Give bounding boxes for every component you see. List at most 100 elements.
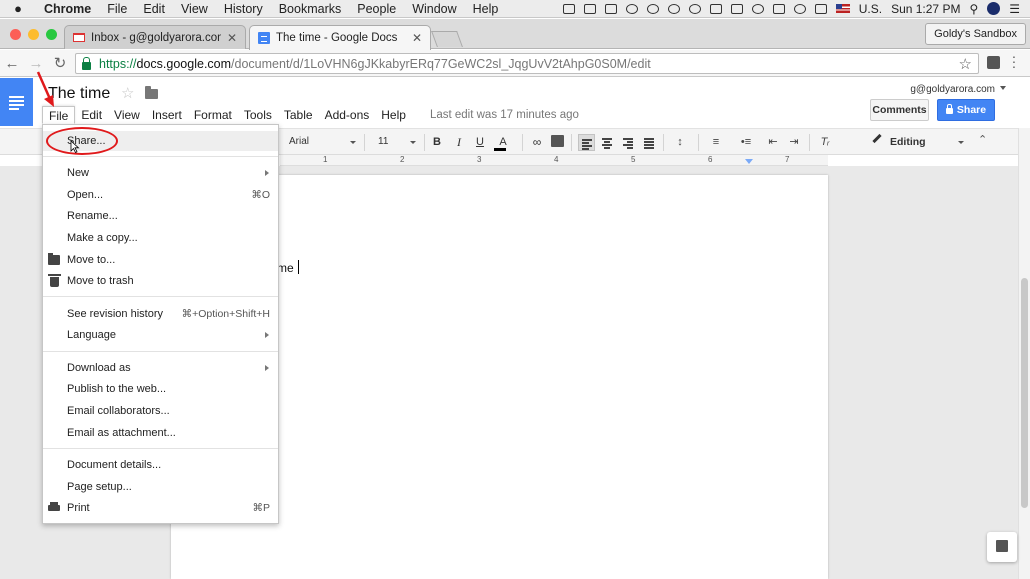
menu-item-make-copy[interactable]: Make a copy... bbox=[43, 228, 278, 248]
input-locale[interactable]: U.S. bbox=[859, 2, 882, 16]
apple-menu-icon[interactable]: ● bbox=[0, 1, 36, 16]
sidebar-toggle-icon[interactable] bbox=[562, 3, 575, 14]
battery-icon[interactable] bbox=[814, 3, 827, 14]
docs-menu-format[interactable]: Format bbox=[188, 106, 238, 124]
align-right-button[interactable] bbox=[620, 134, 637, 151]
tab-gmail-inbox[interactable]: Inbox - g@goldyarora.com - G ✕ bbox=[64, 25, 246, 49]
menubar-item-file[interactable]: File bbox=[99, 2, 135, 16]
menubar-clock[interactable]: Sun 1:27 PM bbox=[891, 2, 960, 16]
align-center-button[interactable] bbox=[599, 134, 616, 151]
volume-icon[interactable] bbox=[793, 3, 806, 14]
bulleted-list-icon[interactable]: •≡ bbox=[735, 133, 757, 151]
line-spacing-icon[interactable]: ↕ bbox=[669, 133, 691, 151]
align-left-button[interactable] bbox=[578, 134, 595, 151]
minimize-window-button[interactable] bbox=[28, 29, 39, 40]
screen-record-icon[interactable] bbox=[583, 3, 596, 14]
docs-home-icon[interactable] bbox=[0, 78, 33, 126]
document-body-text[interactable]: me bbox=[277, 260, 300, 275]
extension-icon[interactable] bbox=[987, 56, 1000, 69]
clipboard-icon[interactable] bbox=[730, 3, 743, 14]
docs-menu-table[interactable]: Table bbox=[278, 106, 319, 124]
user-avatar-icon[interactable] bbox=[987, 2, 1001, 15]
menu-item-open[interactable]: Open... ⌘O bbox=[43, 185, 278, 205]
vertical-scrollbar[interactable] bbox=[1018, 128, 1030, 579]
wifi-icon[interactable] bbox=[751, 3, 764, 14]
back-arrow-icon[interactable]: ← bbox=[0, 55, 24, 72]
last-edit-status[interactable]: Last edit was 17 minutes ago bbox=[412, 109, 579, 121]
align-justify-button[interactable] bbox=[641, 134, 658, 151]
forward-arrow-icon[interactable]: → bbox=[24, 55, 48, 72]
account-email[interactable]: g@goldyarora.com bbox=[910, 84, 995, 95]
menu-item-publish-to-web[interactable]: Publish to the web... bbox=[43, 379, 278, 399]
menu-item-document-details[interactable]: Document details... bbox=[43, 455, 278, 475]
right-indent-marker[interactable] bbox=[745, 159, 753, 164]
menubar-item-chrome[interactable]: Chrome bbox=[36, 2, 99, 16]
creative-cloud-icon[interactable] bbox=[688, 3, 701, 14]
menubar-item-window[interactable]: Window bbox=[404, 2, 464, 16]
menubar-item-history[interactable]: History bbox=[216, 2, 271, 16]
bold-button[interactable]: B bbox=[430, 133, 444, 151]
bookmark-star-icon[interactable]: ☆ bbox=[959, 55, 972, 73]
menu-item-rename[interactable]: Rename... bbox=[43, 206, 278, 226]
menubar-item-view[interactable]: View bbox=[173, 2, 216, 16]
close-window-button[interactable] bbox=[10, 29, 21, 40]
increase-indent-icon[interactable]: ⇥ bbox=[786, 133, 802, 151]
move-folder-icon[interactable] bbox=[145, 86, 158, 99]
close-tab-icon[interactable]: ✕ bbox=[412, 31, 422, 45]
docs-menu-file[interactable]: File bbox=[42, 106, 76, 124]
document-title[interactable]: The time bbox=[48, 85, 110, 103]
menubar-item-help[interactable]: Help bbox=[465, 2, 507, 16]
editing-mode-select[interactable]: Editing bbox=[868, 133, 968, 151]
decrease-indent-icon[interactable]: ⇤ bbox=[765, 133, 781, 151]
underline-button[interactable]: U bbox=[473, 133, 487, 151]
italic-button[interactable]: I bbox=[452, 133, 466, 151]
clear-formatting-icon[interactable]: Tᵣ bbox=[817, 133, 833, 151]
share-button[interactable]: Share bbox=[937, 99, 995, 121]
spotlight-search-icon[interactable]: ⚲ bbox=[969, 2, 978, 16]
explore-button[interactable] bbox=[987, 532, 1017, 562]
menu-item-language[interactable]: Language bbox=[43, 325, 278, 345]
zoom-window-button[interactable] bbox=[46, 29, 57, 40]
menubar-item-bookmarks[interactable]: Bookmarks bbox=[271, 2, 350, 16]
notification-center-icon[interactable]: ☰ bbox=[1009, 2, 1020, 16]
menubar-item-edit[interactable]: Edit bbox=[135, 2, 173, 16]
menu-item-email-attachment[interactable]: Email as attachment... bbox=[43, 423, 278, 443]
tab-google-docs[interactable]: The time - Google Docs ✕ bbox=[249, 25, 431, 50]
reload-icon[interactable]: ↻ bbox=[48, 54, 72, 72]
star-document-icon[interactable]: ☆ bbox=[121, 84, 134, 102]
new-tab-button[interactable] bbox=[431, 31, 463, 47]
docs-menu-tools[interactable]: Tools bbox=[238, 106, 278, 124]
address-bar[interactable]: https:// docs.google.com /document/d/1Lo… bbox=[75, 53, 979, 74]
screenshot-icon[interactable] bbox=[604, 3, 617, 14]
menu-item-print[interactable]: Print ⌘P bbox=[43, 498, 278, 518]
close-tab-icon[interactable]: ✕ bbox=[227, 31, 237, 45]
docs-menu-view[interactable]: View bbox=[108, 106, 146, 124]
menu-item-email-collaborators[interactable]: Email collaborators... bbox=[43, 401, 278, 421]
sync-icon[interactable] bbox=[625, 3, 638, 14]
chrome-menu-icon[interactable]: · · · bbox=[1010, 49, 1018, 73]
menu-item-page-setup[interactable]: Page setup... bbox=[43, 477, 278, 497]
account-caret-icon[interactable] bbox=[1000, 86, 1006, 90]
insert-comment-icon[interactable] bbox=[551, 135, 564, 147]
menu-item-download-as[interactable]: Download as bbox=[43, 358, 278, 378]
archive-icon[interactable] bbox=[709, 3, 722, 14]
menu-item-new[interactable]: New bbox=[43, 163, 278, 183]
menubar-item-people[interactable]: People bbox=[349, 2, 404, 16]
docs-menu-help[interactable]: Help bbox=[375, 106, 412, 124]
docs-menu-add-ons[interactable]: Add-ons bbox=[319, 106, 376, 124]
cloud-icon[interactable] bbox=[646, 3, 659, 14]
us-flag-icon[interactable] bbox=[835, 4, 850, 13]
numbered-list-icon[interactable]: ≡ bbox=[705, 133, 727, 151]
font-family-select[interactable]: Arial bbox=[284, 133, 360, 151]
docs-menu-edit[interactable]: Edit bbox=[75, 106, 108, 124]
menu-item-move-to-trash[interactable]: Move to trash bbox=[43, 271, 278, 291]
profile-button[interactable]: Goldy's Sandbox bbox=[925, 23, 1026, 45]
insert-link-icon[interactable]: ∞ bbox=[529, 133, 545, 151]
collapse-toolbar-icon[interactable]: ⌃ bbox=[978, 133, 990, 146]
airplay-icon[interactable] bbox=[772, 3, 785, 14]
menu-item-revision-history[interactable]: See revision history ⌘+Option+Shift+H bbox=[43, 304, 278, 324]
comments-button[interactable]: Comments bbox=[870, 99, 929, 121]
font-size-select[interactable]: 11 bbox=[372, 133, 420, 151]
circle-icon[interactable] bbox=[667, 3, 680, 14]
menu-item-move-to[interactable]: Move to... bbox=[43, 250, 278, 270]
